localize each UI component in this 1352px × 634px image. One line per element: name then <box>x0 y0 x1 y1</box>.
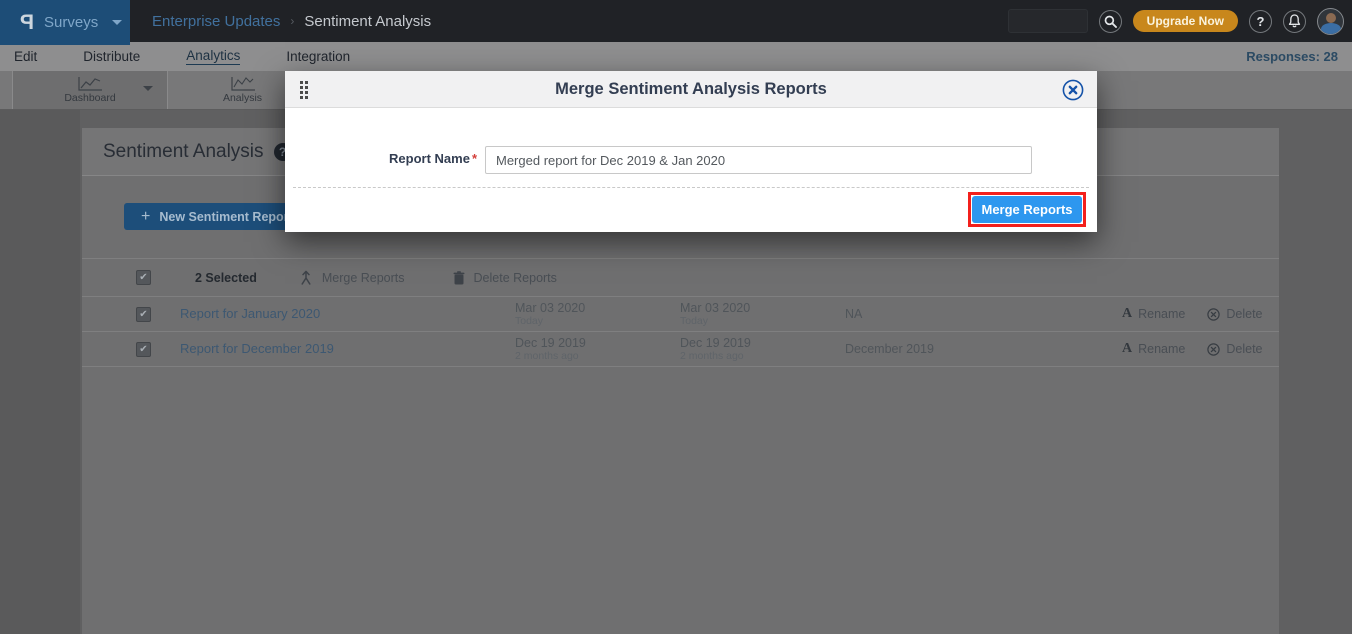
breadcrumb-separator-icon: › <box>290 14 294 28</box>
bell-icon <box>1288 14 1301 28</box>
questionpro-logo-icon: P <box>20 11 34 35</box>
drag-handle-icon[interactable] <box>300 81 309 99</box>
required-asterisk: * <box>472 151 477 166</box>
search-button[interactable] <box>1099 10 1122 33</box>
close-button[interactable] <box>1062 79 1084 101</box>
modal-title: Merge Sentiment Analysis Reports <box>555 80 827 99</box>
upgrade-now-button[interactable]: Upgrade Now <box>1133 10 1238 32</box>
chevron-down-icon <box>112 20 122 25</box>
search-input[interactable] <box>1008 9 1088 33</box>
modal-header: Merge Sentiment Analysis Reports <box>285 71 1097 108</box>
breadcrumb-current-page: Sentiment Analysis <box>304 13 431 30</box>
merge-reports-submit-button[interactable]: Merge Reports <box>972 196 1082 223</box>
top-bar: P Surveys Enterprise Updates › Sentiment… <box>0 0 1352 42</box>
report-name-input[interactable] <box>485 146 1032 174</box>
report-name-label: Report Name* <box>285 151 477 166</box>
avatar-head <box>1326 13 1336 23</box>
dashed-divider <box>293 187 1089 188</box>
product-name: Surveys <box>44 14 98 31</box>
product-switcher[interactable]: P Surveys <box>0 0 130 45</box>
merge-reports-modal: Merge Sentiment Analysis Reports Report … <box>285 71 1097 232</box>
close-icon <box>1062 79 1084 101</box>
notifications-button[interactable] <box>1283 10 1306 33</box>
search-icon <box>1104 15 1117 28</box>
breadcrumb: Enterprise Updates › Sentiment Analysis <box>152 0 431 42</box>
breadcrumb-survey-name[interactable]: Enterprise Updates <box>152 13 280 30</box>
user-avatar[interactable] <box>1317 8 1344 35</box>
question-mark-icon: ? <box>1257 14 1265 29</box>
avatar-shoulders <box>1321 23 1341 35</box>
help-button[interactable]: ? <box>1249 10 1272 33</box>
